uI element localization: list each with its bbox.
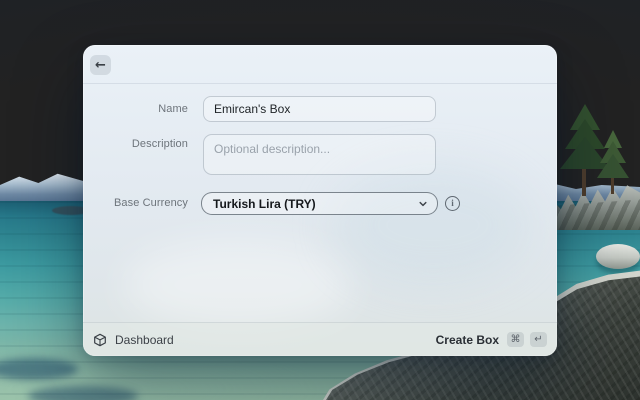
frosted-highlight: [333, 165, 533, 285]
info-icon[interactable]: i: [445, 196, 460, 211]
back-button[interactable]: ←: [90, 55, 111, 75]
return-icon: ↵: [534, 333, 543, 345]
water-boulder: [596, 244, 640, 269]
frosted-highlight: [123, 240, 353, 330]
box-icon: [94, 333, 106, 346]
create-box-label: Create Box: [435, 332, 499, 347]
create-box-button[interactable]: Create Box ⌘ ↵: [436, 332, 547, 347]
pine-tree-small: [597, 130, 629, 194]
back-arrow-icon: ←: [95, 57, 106, 73]
base-currency-select[interactable]: Turkish Lira (TRY): [201, 192, 438, 215]
name-input[interactable]: [203, 96, 436, 122]
window-header: ←: [83, 45, 557, 84]
description-label: Description: [131, 138, 188, 150]
chevron-down-icon: [419, 201, 427, 206]
base-currency-label: Base Currency: [113, 197, 188, 209]
command-icon: ⌘: [510, 333, 521, 345]
create-box-window: ← Name Description Base Currency Turkish…: [83, 45, 557, 356]
return-key-badge: ↵: [530, 332, 547, 347]
window-footer: Dashboard Create Box ⌘ ↵: [83, 322, 557, 356]
footer-app: Dashboard: [93, 333, 174, 347]
base-currency-value: Turkish Lira (TRY): [213, 196, 316, 211]
description-input[interactable]: [203, 134, 436, 175]
name-label: Name: [158, 103, 188, 115]
water-shadow: [28, 386, 138, 400]
desktop: ← Name Description Base Currency Turkish…: [0, 0, 640, 400]
dashboard-label: Dashboard: [115, 332, 174, 347]
command-key-badge: ⌘: [507, 332, 524, 347]
